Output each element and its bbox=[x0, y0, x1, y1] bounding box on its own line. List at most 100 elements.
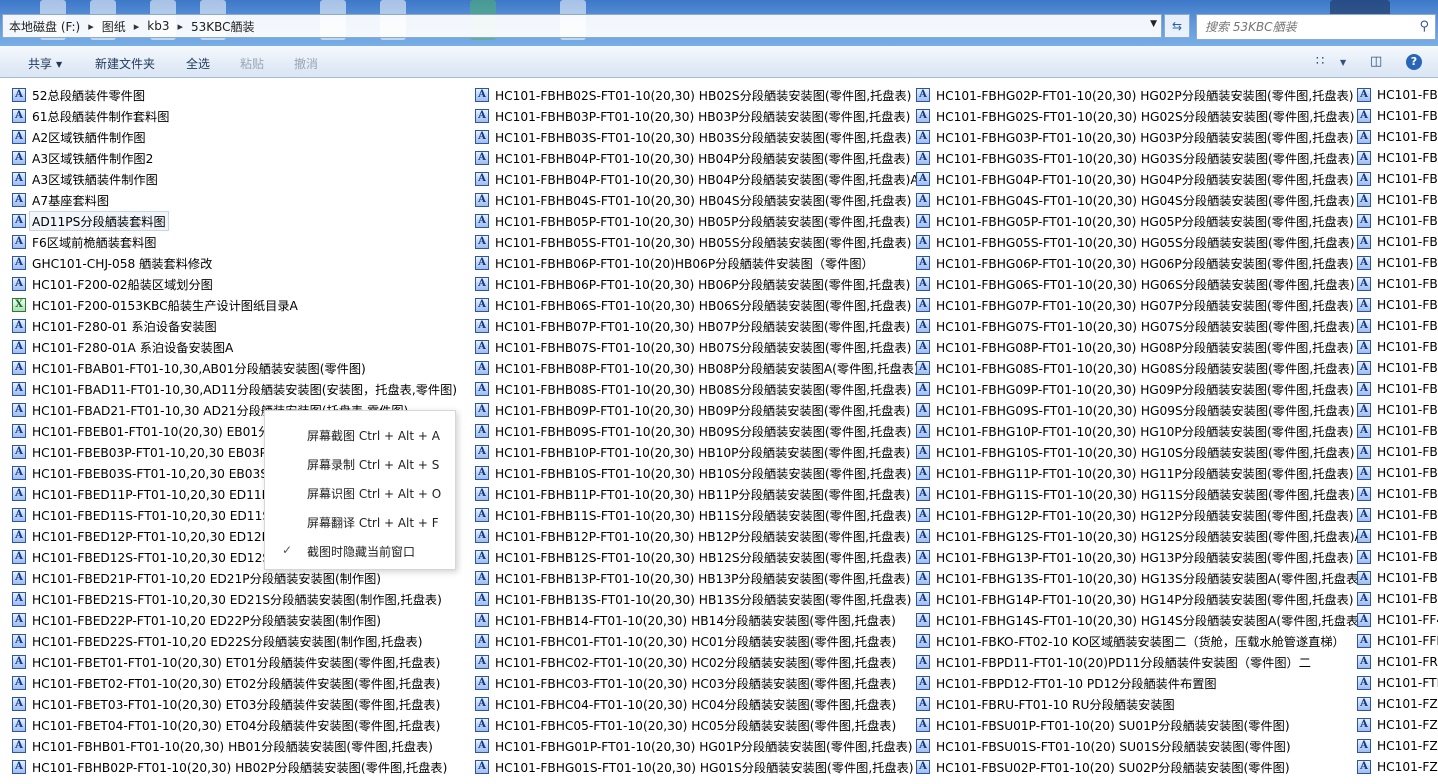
file-item[interactable]: A HC101-FBHB14-FT01-10(20,30) HB14分段舾装安装图… bbox=[475, 609, 921, 630]
file-item[interactable]: A HC101-FBSU02P-FT01-10(20) SU02P分段舾装安装图(… bbox=[916, 756, 1365, 777]
file-item[interactable]: A HC101-FBHG08S-FT01-10(20,30) HG08S分段舾装安… bbox=[916, 357, 1365, 378]
file-item[interactable]: A HC101-FBHG13S-FT01-10(20,30) HG13S分段舾装安… bbox=[916, 567, 1365, 588]
file-item[interactable]: A HC101-FBHB06P-FT01-10(20)HB06P分段舾装件安装图（… bbox=[475, 252, 921, 273]
file-item[interactable]: A HC101-FBHG10P-FT01-10(20,30) HG10P分段舾装安… bbox=[916, 420, 1365, 441]
file-item[interactable]: A HC101-FBS bbox=[1357, 483, 1438, 504]
file-item[interactable]: A A3区域铁舾件制作图2 bbox=[12, 147, 459, 168]
file-item[interactable]: A HC101-FBHG09P-FT01-10(20,30) HG09P分段舾装安… bbox=[916, 378, 1365, 399]
file-item[interactable]: A HC101-FBS bbox=[1357, 84, 1438, 105]
file-item[interactable]: A HC101-FBHC04-FT01-10(20,30) HC04分段舾装安装图… bbox=[475, 693, 921, 714]
file-item[interactable]: A HC101-FBHB12S-FT01-10(20,30) HB12S分段舾装安… bbox=[475, 546, 921, 567]
menu-item-screen-ocr[interactable]: 屏幕识图 Ctrl + Alt + O bbox=[307, 485, 441, 502]
paste-button[interactable]: 粘贴 bbox=[240, 55, 264, 72]
file-item[interactable]: A HC101-FBHB02P-FT01-10(20,30) HB02P分段舾装安… bbox=[12, 756, 459, 777]
breadcrumb-separator-icon[interactable]: ▸ bbox=[175, 20, 185, 33]
file-item[interactable]: A HC101-FBHG08P-FT01-10(20,30) HG08P分段舾装安… bbox=[916, 336, 1365, 357]
view-options-icon[interactable]: ∷ bbox=[1316, 54, 1324, 69]
file-item[interactable]: A HC101-FBS bbox=[1357, 210, 1438, 231]
file-item[interactable]: A HC101-FBET01-FT01-10(20,30) ET01分段舾装件安装… bbox=[12, 651, 459, 672]
file-item[interactable]: A HC101-FBHB01-FT01-10(20,30) HB01分段舾装安装图… bbox=[12, 735, 459, 756]
file-item[interactable]: A HC101-FBHB10P-FT01-10(20,30) HB10P分段舾装安… bbox=[475, 441, 921, 462]
breadcrumb-folder-kb3[interactable]: kb3 bbox=[141, 19, 175, 33]
file-item[interactable]: A HC101-FBS bbox=[1357, 168, 1438, 189]
file-item[interactable]: A HC101-FBHB03P-FT01-10(20,30) HB03P分段舾装安… bbox=[475, 105, 921, 126]
file-item[interactable]: A HC101-FBHG03S-FT01-10(20,30) HG03S分段舾装安… bbox=[916, 147, 1365, 168]
file-item[interactable]: A HC101-FBHB11S-FT01-10(20,30) HB11S分段舾装安… bbox=[475, 504, 921, 525]
file-item[interactable]: A HC101-FBHG06P-FT01-10(20,30) HG06P分段舾装安… bbox=[916, 252, 1365, 273]
file-item[interactable]: A HC101-FBS bbox=[1357, 315, 1438, 336]
file-item[interactable]: A GHC101-CHJ-058 舾装套料修改 bbox=[12, 252, 459, 273]
search-box[interactable]: ⚲ bbox=[1196, 14, 1436, 40]
file-item[interactable]: A HC101-FBHC02-FT01-10(20,30) HC02分段舾装安装图… bbox=[475, 651, 921, 672]
file-item[interactable]: A HC101-FBHG05P-FT01-10(20,30) HG05P分段舾装安… bbox=[916, 210, 1365, 231]
file-item[interactable]: A HC101-FBHG03P-FT01-10(20,30) HG03P分段舾装安… bbox=[916, 126, 1365, 147]
file-item[interactable]: A HC101-FBHG02S-FT01-10(20,30) HG02S分段舾装安… bbox=[916, 105, 1365, 126]
file-item[interactable]: A HC101-FBHG10S-FT01-10(20,30) HG10S分段舾装安… bbox=[916, 441, 1365, 462]
file-item[interactable]: A HC101-FBS bbox=[1357, 462, 1438, 483]
file-item[interactable]: A HC101-FBS bbox=[1357, 525, 1438, 546]
file-item[interactable]: A 52总段舾装件零件图 bbox=[12, 84, 459, 105]
file-item[interactable]: A HC101-FBSU01S-FT01-10(20) SU01S分段舾装安装图(… bbox=[916, 735, 1365, 756]
search-input[interactable] bbox=[1197, 19, 1417, 35]
file-item[interactable]: A HC101-FBED22P-FT01-10,20 ED22P分段舾装安装图(制… bbox=[12, 609, 459, 630]
file-item[interactable]: A HC101-FBET03-FT01-10(20,30) ET03分段舾装件安装… bbox=[12, 693, 459, 714]
file-item[interactable]: A HC101-FBHB02S-FT01-10(20,30) HB02S分段舾装安… bbox=[475, 84, 921, 105]
file-item[interactable]: A HC101-FBS bbox=[1357, 294, 1438, 315]
file-item[interactable]: A HC101-FBHG12P-FT01-10(20,30) HG12P分段舾装安… bbox=[916, 504, 1365, 525]
file-item[interactable]: A HC101-FBHB10S-FT01-10(20,30) HB10S分段舾装安… bbox=[475, 462, 921, 483]
file-item[interactable]: A HC101-FBS bbox=[1357, 147, 1438, 168]
file-item[interactable]: A HC101-FBHG02P-FT01-10(20,30) HG02P分段舾装安… bbox=[916, 84, 1365, 105]
file-item[interactable]: A HC101-FBS bbox=[1357, 420, 1438, 441]
file-item[interactable]: A HC101-FZ6 bbox=[1357, 714, 1438, 735]
file-item[interactable]: A HC101-FBHC01-FT01-10(20,30) HC01分段舾装安装图… bbox=[475, 630, 921, 651]
file-item[interactable]: A HC101-F200-02船装区域划分图 bbox=[12, 273, 459, 294]
file-item[interactable]: A HC101-FBAD11-FT01-10,30,AD11分段舾装安装图(安装图… bbox=[12, 378, 459, 399]
file-item[interactable]: A HC101-FBHB04S-FT01-10(20,30) HB04S分段舾装安… bbox=[475, 189, 921, 210]
file-item[interactable]: A HC101-FBS bbox=[1357, 273, 1438, 294]
view-dropdown-icon[interactable]: ▼ bbox=[1340, 58, 1346, 67]
file-item[interactable]: A HC101-FBS bbox=[1357, 378, 1438, 399]
file-item[interactable]: A HC101-FRD bbox=[1357, 651, 1438, 672]
file-item[interactable]: A HC101-FBS bbox=[1357, 504, 1438, 525]
file-item[interactable]: A HC101-FBHG07P-FT01-10(20,30) HG07P分段舾装安… bbox=[916, 294, 1365, 315]
file-item[interactable]: A HC101-FBET04-FT01-10(20,30) ET04分段舾装件安装… bbox=[12, 714, 459, 735]
file-item[interactable]: A HC101-FBHB11P-FT01-10(20,30) HB11P分段舾装安… bbox=[475, 483, 921, 504]
file-item[interactable]: A HC101-FBS bbox=[1357, 441, 1438, 462]
file-item[interactable]: A HC101-FBS bbox=[1357, 252, 1438, 273]
address-dropdown-icon[interactable]: ▼ bbox=[1150, 19, 1157, 29]
file-item[interactable]: A A3区域铁舾装件制作图 bbox=[12, 168, 459, 189]
file-item[interactable]: A AD11PS分段舾装套料图 bbox=[12, 210, 459, 231]
file-item[interactable]: A HC101-FBHG11S-FT01-10(20,30) HG11S分段舾装安… bbox=[916, 483, 1365, 504]
menu-item-screen-translate[interactable]: 屏幕翻译 Ctrl + Alt + F bbox=[307, 514, 439, 531]
file-item[interactable]: A A2区域铁舾件制作图 bbox=[12, 126, 459, 147]
file-item[interactable]: A HC101-FBHB13S-FT01-10(20,30) HB13S分段舾装安… bbox=[475, 588, 921, 609]
file-item[interactable]: A HC101-FTK bbox=[1357, 672, 1438, 693]
file-item[interactable]: A HC101-FBAB01-FT01-10,30,AB01分段舾装安装图(零件图… bbox=[12, 357, 459, 378]
file-item[interactable]: A HC101-FBHB12P-FT01-10(20,30) HB12P分段舾装安… bbox=[475, 525, 921, 546]
file-item[interactable]: A HC101-FBHB04P-FT01-10(20,30) HB04P分段舾装安… bbox=[475, 168, 921, 189]
file-item[interactable]: A HC101-FBHB09S-FT01-10(20,30) HB09S分段舾装安… bbox=[475, 420, 921, 441]
file-item[interactable]: A HC101-FBS bbox=[1357, 189, 1438, 210]
file-list[interactable]: A 52总段舾装件零件图 A 61总段舾装件制作套料图 A A2区域铁舾件制作图 A A3区域… bbox=[0, 79, 1438, 784]
breadcrumb-folder-drawings[interactable]: 图纸 bbox=[96, 18, 132, 35]
file-item[interactable]: A HC101-FBHG05S-FT01-10(20,30) HG05S分段舾装安… bbox=[916, 231, 1365, 252]
file-item[interactable]: A HC101-FBED22S-FT01-10,20 ED22S分段舾装安装图(制… bbox=[12, 630, 459, 651]
file-item[interactable]: A HC101-FBHG07S-FT01-10(20,30) HG07S分段舾装安… bbox=[916, 315, 1365, 336]
file-item[interactable]: A HC101-FBET02-FT01-10(20,30) ET02分段舾装件安装… bbox=[12, 672, 459, 693]
preview-pane-icon[interactable]: ◫ bbox=[1370, 54, 1382, 69]
file-item[interactable]: A F6区域前桅舾装套料图 bbox=[12, 231, 459, 252]
file-item[interactable]: A HC101-FBHC05-FT01-10(20,30) HC05分段舾装安装图… bbox=[475, 714, 921, 735]
file-item[interactable]: A HC101-FBHG04S-FT01-10(20,30) HG04S分段舾装安… bbox=[916, 189, 1365, 210]
file-item[interactable]: A HC101-FBS bbox=[1357, 567, 1438, 588]
file-item[interactable]: A HC101-FBS bbox=[1357, 357, 1438, 378]
file-item[interactable]: A HC101-FBS bbox=[1357, 231, 1438, 252]
file-item[interactable]: A HC101-FBHB13P-FT01-10(20,30) HB13P分段舾装安… bbox=[475, 567, 921, 588]
new-folder-button[interactable]: 新建文件夹 bbox=[95, 55, 155, 72]
file-item[interactable]: A HC101-FBHB05P-FT01-10(20,30) HB05P分段舾装安… bbox=[475, 210, 921, 231]
file-item[interactable]: A HC101-FF4 bbox=[1357, 609, 1438, 630]
file-item[interactable]: A HC101-FBHC03-FT01-10(20,30) HC03分段舾装安装图… bbox=[475, 672, 921, 693]
file-item[interactable]: A HC101-FBS bbox=[1357, 126, 1438, 147]
share-button[interactable]: 共享 ▼ bbox=[28, 55, 62, 72]
file-item[interactable]: A HC101-FBKO-FT02-10 KO区域舾装安装图二（货舱，压载水舱管遂… bbox=[916, 630, 1365, 651]
file-item[interactable]: A HC101-FBRU-FT01-10 RU分段舾装安装图 bbox=[916, 693, 1365, 714]
